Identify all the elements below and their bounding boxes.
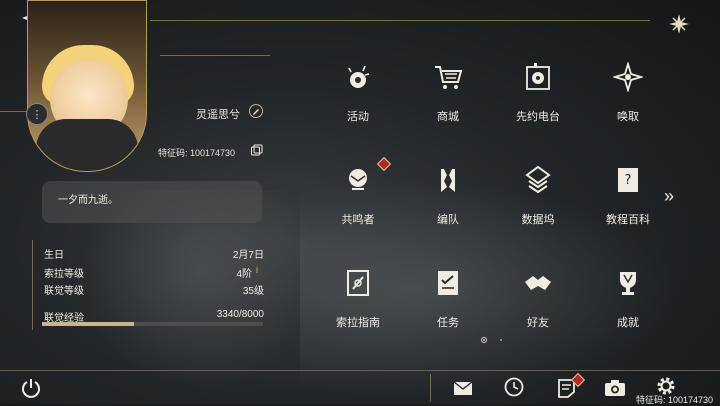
stat-row-union-level: 联觉等级 35级 — [44, 282, 264, 297]
stat-label: 索拉等级 — [44, 269, 84, 280]
player-uid: 特征码: 100174730 — [158, 148, 236, 158]
svg-text:?: ? — [625, 173, 632, 188]
grid-item-label: 好友 — [527, 317, 549, 329]
grid-item-label: 数据坞 — [521, 214, 555, 226]
exp-progress-bar — [42, 322, 263, 326]
grid-item-label: 先约电台 — [516, 111, 560, 123]
avatar[interactable] — [27, 0, 147, 172]
grid-item-label: 共鸣者 — [341, 214, 375, 226]
grid-item-summon[interactable]: 唤取 — [583, 62, 673, 142]
friends-icon — [525, 276, 551, 290]
data-dock-icon — [525, 165, 551, 194]
shop-cart-icon — [435, 66, 463, 89]
frame-line-profile — [160, 55, 270, 56]
grid-item-data-dock[interactable]: 数据坞 — [493, 165, 583, 245]
grid-item-team[interactable]: 编队 — [403, 165, 493, 245]
next-page-arrow-icon[interactable]: » — [664, 186, 684, 206]
grid-item-label: 教程百科 — [606, 214, 650, 226]
bottom-uid: 特征码: 100174730 — [636, 395, 714, 405]
grid-item-shop-cart[interactable]: 商城 — [403, 62, 493, 142]
grid-item-label: 索拉指南 — [336, 317, 380, 329]
grid-item-resonator[interactable]: 共鸣者 — [313, 156, 403, 245]
edit-name-icon[interactable] — [249, 104, 263, 118]
page-indicator — [481, 337, 502, 343]
signature-box[interactable]: 一夕而九逝。 — [42, 181, 262, 223]
stat-value: 3340/8000 — [216, 309, 264, 320]
tutorial-icon: ? — [618, 168, 638, 192]
grid-item-label: 任务 — [437, 317, 459, 329]
clock-icon[interactable] — [503, 376, 525, 398]
resonator-icon — [349, 169, 367, 190]
camera-icon[interactable] — [604, 377, 626, 399]
stat-label: 生日 — [44, 250, 64, 261]
power-icon[interactable] — [20, 377, 42, 399]
achievement-icon — [620, 272, 636, 295]
close-button[interactable] — [664, 10, 694, 38]
exp-progress-fill — [42, 322, 135, 326]
grid-item-achievement[interactable]: 成就 — [583, 268, 673, 348]
username: 灵遥思兮 — [196, 109, 240, 121]
stat-row-union-exp: 联觉经验 3340/8000 — [44, 309, 264, 324]
frame-line-divider — [32, 240, 33, 330]
bottom-divider — [0, 370, 720, 371]
summon-icon — [613, 62, 643, 92]
copy-uid-icon[interactable] — [250, 144, 263, 157]
team-icon — [441, 169, 455, 192]
guide-book-icon — [347, 270, 369, 296]
grid-item-label: 编队 — [437, 214, 459, 226]
grid-item-activity[interactable]: 活动 — [313, 62, 403, 142]
stat-row-birthday: 生日 2月7日 — [44, 246, 264, 261]
quest-icon — [438, 271, 458, 295]
grid-item-label: 唤取 — [617, 111, 639, 123]
info-icon[interactable]: i — [256, 265, 266, 277]
grid-item-label: 成就 — [617, 317, 639, 329]
stat-row-sola-level: 索拉等级 4阶 i — [44, 265, 266, 280]
stat-value: 35级 — [242, 286, 264, 297]
bottom-separator — [430, 374, 431, 402]
more-options-button[interactable]: ⋮ — [26, 103, 48, 125]
signature-text: 一夕而九逝。 — [58, 195, 118, 206]
new-badge — [376, 156, 392, 172]
stat-label: 联觉等级 — [44, 286, 84, 297]
radio-icon — [526, 63, 550, 90]
stat-value: 4阶 — [236, 269, 252, 280]
stat-value: 2月7日 — [232, 250, 264, 261]
mail-icon[interactable] — [452, 377, 474, 399]
grid-item-guide-book[interactable]: 索拉指南 — [313, 268, 403, 348]
grid-item-label: 商城 — [437, 111, 459, 123]
grid-item-tutorial[interactable]: ? 教程百科 — [583, 165, 673, 245]
avatar-outfit — [36, 119, 138, 171]
activity-icon — [348, 65, 370, 88]
grid-item-radio[interactable]: 先约电台 — [493, 62, 583, 142]
grid-item-label: 活动 — [347, 111, 369, 123]
